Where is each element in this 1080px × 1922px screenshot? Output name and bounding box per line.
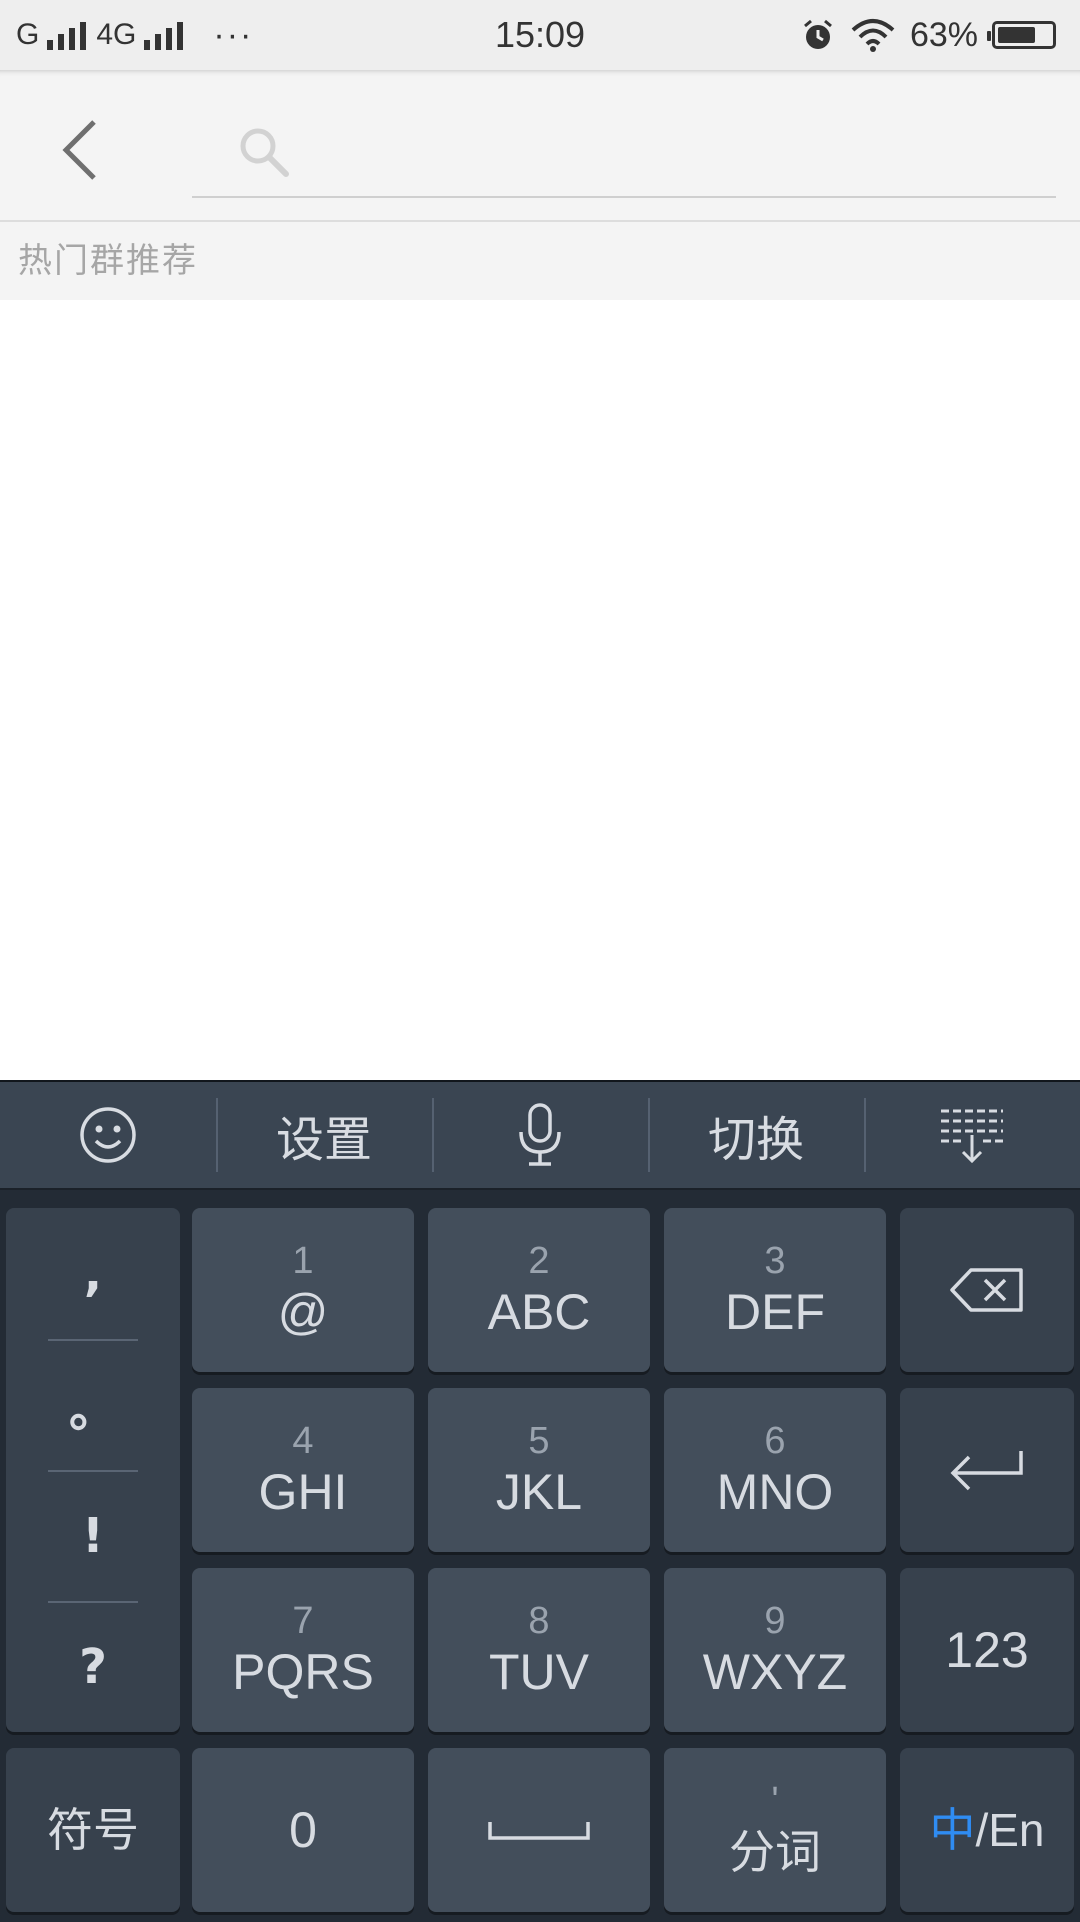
space-key[interactable]	[428, 1748, 650, 1912]
backspace-icon	[950, 1268, 1023, 1312]
space-icon	[488, 1822, 590, 1840]
emoji-button[interactable]	[0, 1082, 216, 1188]
microphone-icon	[519, 1103, 561, 1166]
language-cn-label: 中	[929, 1804, 976, 1856]
segment-key-mark: '	[771, 1780, 779, 1822]
key-2[interactable]: 2 ABC	[428, 1208, 650, 1372]
key-6[interactable]: 6 MNO	[664, 1388, 886, 1552]
keyboard-hide-icon	[941, 1109, 1003, 1164]
wifi-icon	[851, 19, 895, 52]
key-letters: JKL	[495, 1464, 583, 1520]
key-letters: @	[277, 1284, 329, 1340]
section-title: 热门群推荐	[18, 241, 198, 281]
key-number: 3	[764, 1240, 786, 1282]
switch-button[interactable]: 切换	[648, 1082, 864, 1188]
key-number: 5	[528, 1420, 550, 1462]
numbers-key[interactable]: 123	[900, 1568, 1074, 1732]
backspace-key[interactable]	[900, 1208, 1074, 1372]
status-bar: G 4G ··· 15:09 63%	[0, 0, 1080, 70]
status-right: 63%	[800, 0, 1056, 70]
key-number: 8	[528, 1600, 550, 1642]
key-number: 7	[292, 1600, 314, 1642]
key-letters: WXYZ	[702, 1644, 848, 1700]
key-letters: DEF	[725, 1284, 825, 1340]
key-number: 2	[528, 1240, 550, 1282]
segment-key[interactable]: ' 分词	[664, 1748, 886, 1912]
battery-icon	[987, 21, 1056, 49]
voice-input-button[interactable]	[432, 1082, 648, 1188]
key-letters: GHI	[258, 1464, 348, 1520]
key-question[interactable]: ?	[6, 1601, 180, 1732]
settings-label: 设置	[275, 1112, 372, 1168]
hide-keyboard-button[interactable]	[864, 1082, 1080, 1188]
key-number: 1	[292, 1240, 314, 1282]
key-7[interactable]: 7 PQRS	[192, 1568, 414, 1732]
key-comma[interactable]: ,	[6, 1208, 180, 1339]
hot-groups-section: 热门群推荐	[0, 222, 1080, 300]
key-letters: TUV	[489, 1644, 589, 1700]
symbols-key[interactable]: 符号	[6, 1748, 180, 1912]
battery-percent: 63%	[909, 15, 978, 54]
key-5[interactable]: 5 JKL	[428, 1388, 650, 1552]
search-header	[0, 70, 1080, 222]
chevron-left-icon	[62, 120, 96, 180]
smiley-icon	[80, 1107, 136, 1163]
punctuation-column: , 。 ! ?	[6, 1208, 180, 1732]
key-number: 6	[764, 1420, 786, 1462]
language-en-label: /En	[975, 1804, 1045, 1856]
key-letters: PQRS	[232, 1644, 374, 1700]
key-1[interactable]: 1 @	[192, 1208, 414, 1372]
key-3[interactable]: 3 DEF	[664, 1208, 886, 1372]
key-8[interactable]: 8 TUV	[428, 1568, 650, 1732]
search-box[interactable]	[192, 110, 1056, 198]
switch-label: 切换	[707, 1112, 804, 1168]
key-letters: ABC	[487, 1284, 591, 1340]
key-number: 4	[292, 1420, 314, 1462]
key-exclamation[interactable]: !	[6, 1470, 180, 1601]
symbols-key-label: 符号	[47, 1804, 139, 1856]
key-4[interactable]: 4 GHI	[192, 1388, 414, 1552]
key-period[interactable]: 。	[6, 1339, 180, 1470]
enter-arrow-icon	[950, 1451, 1023, 1491]
key-number: 9	[764, 1600, 786, 1642]
search-input[interactable]	[302, 120, 1056, 182]
enter-key[interactable]	[900, 1388, 1074, 1552]
keyboard: 设置 切换 , 。 ! ? 1 @ 2 ABC 3 DEF 4 GHI 5 JK…	[0, 1080, 1080, 1922]
numbers-key-label: 123	[945, 1622, 1029, 1678]
key-zero-label: 0	[289, 1802, 317, 1858]
settings-button[interactable]: 设置	[216, 1082, 432, 1188]
back-button[interactable]	[40, 110, 120, 190]
segment-key-label: 分词	[729, 1826, 821, 1878]
keyboard-toolbar: 设置 切换	[0, 1082, 1080, 1190]
key-9[interactable]: 9 WXYZ	[664, 1568, 886, 1732]
search-icon	[240, 128, 289, 177]
key-0[interactable]: 0	[192, 1748, 414, 1912]
language-toggle-key[interactable]: 中 /En	[900, 1748, 1074, 1912]
alarm-icon	[803, 19, 832, 49]
key-letters: MNO	[716, 1464, 834, 1520]
